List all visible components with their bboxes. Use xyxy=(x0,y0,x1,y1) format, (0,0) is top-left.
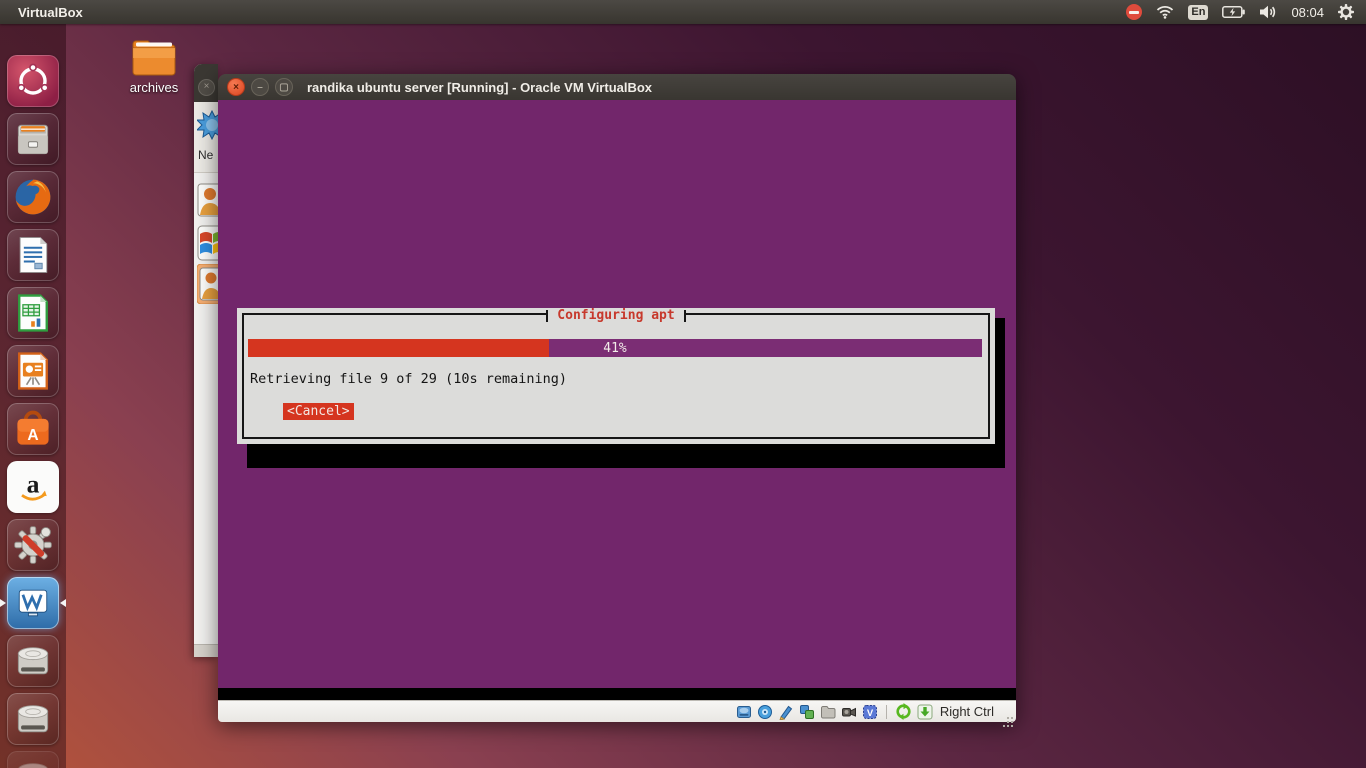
notifications-dnd-icon[interactable] xyxy=(1126,4,1143,20)
minimize-button[interactable]: – xyxy=(251,78,269,96)
top-panel: VirtualBox En 08:04 xyxy=(0,0,1366,24)
session-gear-icon[interactable] xyxy=(1338,4,1354,20)
files-icon xyxy=(17,124,49,155)
virtualbox-manager-window[interactable]: × Ne xyxy=(194,64,218,657)
maximize-button[interactable]: ▢ xyxy=(275,78,293,96)
launcher-item-amazon[interactable]: a xyxy=(7,461,59,513)
folder-icon xyxy=(132,40,176,76)
progress-bar: 41% xyxy=(248,339,982,357)
libreoffice-impress-icon xyxy=(18,352,48,390)
svg-text:V: V xyxy=(867,708,874,719)
keyboard-layout-badge[interactable]: En xyxy=(1188,4,1209,20)
vm-console-screen[interactable]: Configuring apt 41% Retrieving file 9 of… xyxy=(218,100,1016,700)
launcher-item-ubuntu-software-center[interactable]: A xyxy=(7,403,59,455)
launcher-item-libreoffice-impress[interactable] xyxy=(7,345,59,397)
launcher-item-firefox[interactable] xyxy=(7,171,59,223)
volume-icon[interactable] xyxy=(1259,5,1277,19)
installer-dialog: Configuring apt 41% Retrieving file 9 of… xyxy=(237,308,995,444)
vm-window-title: randika ubuntu server [Running] - Oracle… xyxy=(307,79,653,95)
close-button[interactable]: × xyxy=(227,78,245,96)
launcher-item-disk-drive-ghost[interactable] xyxy=(7,751,59,768)
launcher-running-arrow xyxy=(0,599,10,607)
cancel-button[interactable]: <Cancel> xyxy=(283,403,354,420)
launcher-item-files[interactable] xyxy=(7,113,59,165)
progress-percent-label: 41% xyxy=(603,341,627,356)
display-icon[interactable] xyxy=(841,704,857,720)
resize-grip[interactable] xyxy=(1003,709,1013,719)
unity-launcher: A a xyxy=(0,24,66,768)
dialog-title: Configuring apt xyxy=(548,308,684,323)
title-right-tick xyxy=(683,309,686,322)
libreoffice-calc-icon xyxy=(18,294,48,332)
virtualization-icon[interactable]: V xyxy=(862,704,878,720)
desktop: VirtualBox En 08:04 A a archives × Ne × … xyxy=(0,0,1366,768)
desktop-folder-archives[interactable]: archives xyxy=(122,36,186,95)
disk-drive-icon xyxy=(17,705,49,733)
system-settings-icon xyxy=(14,526,52,564)
optical-drives-icon[interactable] xyxy=(757,704,773,720)
ubuntu-logo-icon xyxy=(17,63,49,95)
battery-icon[interactable] xyxy=(1222,6,1246,18)
disk-drive-icon xyxy=(17,647,49,675)
libreoffice-writer-icon xyxy=(19,237,48,273)
manager-close-button[interactable]: × xyxy=(198,79,215,96)
launcher-item-disk-drive-1[interactable] xyxy=(7,635,59,687)
manager-titlebar: × xyxy=(194,64,218,102)
software-center-icon: A xyxy=(17,410,49,445)
network-icon[interactable] xyxy=(799,704,815,720)
vm-list-item-1-icon[interactable] xyxy=(197,183,218,217)
svg-text:A: A xyxy=(27,427,38,444)
launcher-item-disk-drive-2[interactable] xyxy=(7,693,59,745)
mouse-integration-icon[interactable] xyxy=(895,703,912,720)
manager-toolbar: Ne xyxy=(194,102,218,173)
vm-statusbar: V Right Ctrl xyxy=(218,700,1016,722)
vm-window: × – ▢ randika ubuntu server [Running] - … xyxy=(218,74,1016,722)
launcher-item-system-settings[interactable] xyxy=(7,519,59,571)
vm-list-item-2-icon[interactable] xyxy=(197,225,218,261)
active-app-title: VirtualBox xyxy=(18,4,83,20)
shared-folders-icon[interactable] xyxy=(820,704,836,720)
new-vm-icon[interactable] xyxy=(197,110,218,140)
launcher-item-virtualbox[interactable] xyxy=(7,577,59,629)
vm-list-item-selected-icon[interactable] xyxy=(197,264,218,304)
launcher-item-ubuntu-dash[interactable] xyxy=(7,55,59,107)
vm-titlebar[interactable]: × – ▢ randika ubuntu server [Running] - … xyxy=(218,74,1016,100)
disk-drive-ghost-icon xyxy=(18,763,48,768)
progress-status-text: Retrieving file 9 of 29 (10s remaining) xyxy=(250,371,567,387)
statusbar-separator xyxy=(885,704,887,719)
dialog-title-row: Configuring apt xyxy=(237,308,995,323)
keyboard-capture-icon[interactable] xyxy=(917,704,933,720)
manager-statusbar xyxy=(194,644,218,657)
firefox-icon xyxy=(15,179,51,215)
clock[interactable]: 08:04 xyxy=(1291,5,1324,20)
amazon-icon: a xyxy=(21,470,47,501)
launcher-item-libreoffice-writer[interactable] xyxy=(7,229,59,281)
new-vm-label: Ne xyxy=(198,148,214,162)
host-key-label: Right Ctrl xyxy=(939,704,994,719)
wifi-icon[interactable] xyxy=(1156,5,1174,19)
console-black-band xyxy=(218,688,1016,700)
launcher-item-libreoffice-calc[interactable] xyxy=(7,287,59,339)
audio-icon[interactable] xyxy=(778,704,794,720)
hard-disks-icon[interactable] xyxy=(736,704,752,720)
launcher-focused-arrow xyxy=(56,599,66,607)
virtualbox-icon xyxy=(18,589,48,617)
svg-text:a: a xyxy=(27,470,40,499)
folder-label: archives xyxy=(129,80,179,95)
